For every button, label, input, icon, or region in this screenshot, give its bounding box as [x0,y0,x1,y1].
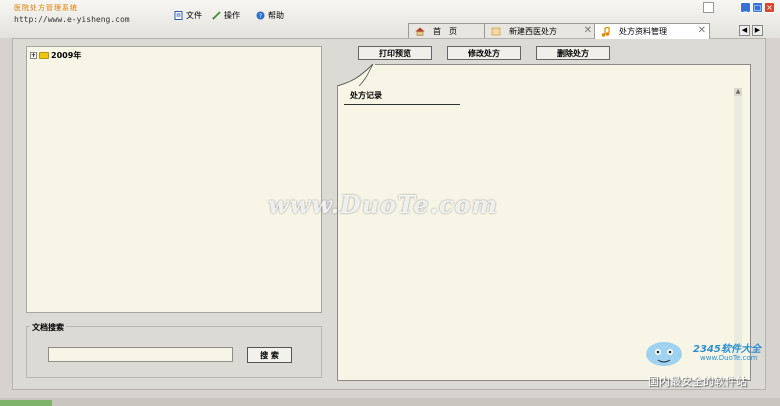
tree-node-2009[interactable]: + 2009年 [30,50,81,61]
music-note-icon [601,26,610,37]
pencil-icon [212,11,221,20]
folder-icon [39,52,49,59]
close-tab-icon[interactable]: ✕ [584,26,592,36]
svg-text:?: ? [259,13,262,20]
edit-prescription-button[interactable]: 修改处方 [447,46,521,60]
menu-file[interactable]: 文件 [174,10,202,21]
app-logo: 医院处方管理系统 [14,4,78,12]
tab-prescription-records[interactable]: 处方资料管理 ✕ [594,23,710,39]
document-icon [174,11,183,20]
minimize-button[interactable]: _ [740,2,751,13]
close-button[interactable]: × [764,2,775,13]
folder-tree[interactable]: + 2009年 [26,46,322,313]
tab-new-prescription-label: 新建西医处方 [509,26,557,36]
menu-operate-label: 操作 [224,11,240,20]
tab-scroll-right-button[interactable]: ▶ [752,25,763,36]
tab-strip: 首 页 新建西医处方 ✕ 处方资料管理 ✕ [400,23,780,39]
print-preview-button[interactable]: 打印预览 [358,46,432,60]
badge-brand: 2345软件大全 [693,344,761,355]
tab-home-label: 首 页 [433,26,457,36]
badge-slogan: 国内最安全的软件站 [648,375,747,388]
expand-icon[interactable]: + [30,52,37,59]
tab-scroll-left-button[interactable]: ◀ [739,25,750,36]
tab-prescription-records-label: 处方资料管理 [619,27,667,36]
badge-url: www.DuoTe.com [700,354,758,362]
help-icon: ? [256,11,265,20]
menu-operate[interactable]: 操作 [212,10,240,21]
prescription-icon [491,27,501,35]
app-url: http://www.e-yisheng.com [14,15,130,24]
page-fold-icon [337,64,375,86]
status-indicator [0,400,52,406]
menu-file-label: 文件 [186,11,202,20]
tree-node-label: 2009年 [51,51,82,60]
search-input[interactable] [48,347,233,362]
document-search-title: 文档搜索 [30,322,66,333]
title-underline [344,104,460,105]
maximize-button[interactable]: □ [752,2,763,13]
notepad-icon[interactable] [703,2,714,13]
tab-home[interactable]: 首 页 [408,23,488,38]
menu-help[interactable]: ? 帮助 [256,10,284,21]
home-icon [415,27,425,36]
status-bar [0,398,780,406]
tab-new-prescription[interactable]: 新建西医处方 ✕ [484,23,596,38]
menu-help-label: 帮助 [268,11,284,20]
scroll-up-icon[interactable]: ▲ [734,88,742,96]
prescription-record-title: 处方记录 [350,91,382,100]
watermark-text: www.DuoTe.com [268,190,498,219]
search-button[interactable]: 搜 索 [247,347,292,363]
close-tab-icon[interactable]: ✕ [698,26,706,36]
delete-prescription-button[interactable]: 删除处方 [536,46,610,60]
